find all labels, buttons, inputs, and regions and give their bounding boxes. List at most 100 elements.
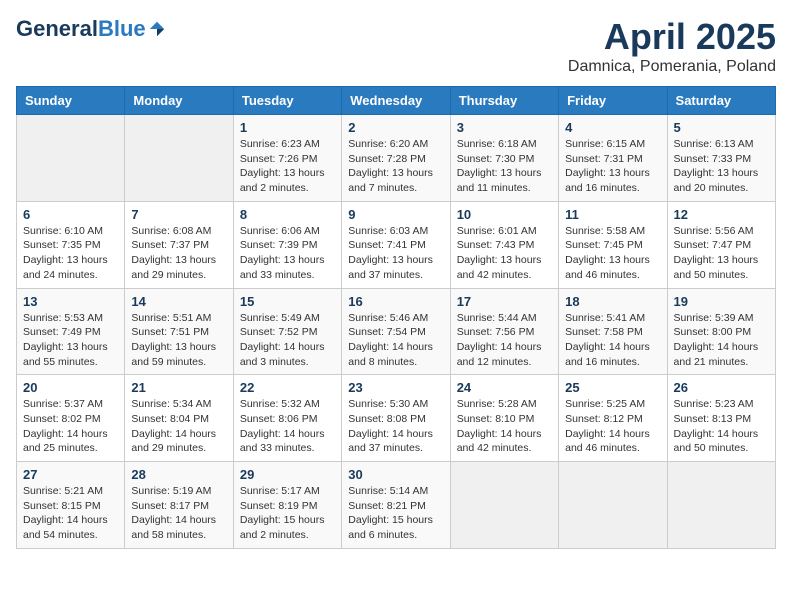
day-number: 3	[457, 120, 552, 135]
day-info: Sunrise: 6:06 AMSunset: 7:39 PMDaylight:…	[240, 224, 335, 283]
title-section: April 2025 Damnica, Pomerania, Poland	[568, 16, 776, 76]
calendar-cell: 22 Sunrise: 5:32 AMSunset: 8:06 PMDayligh…	[233, 375, 341, 462]
day-info: Sunrise: 5:28 AMSunset: 8:10 PMDaylight:…	[457, 397, 552, 456]
calendar-cell: 9 Sunrise: 6:03 AMSunset: 7:41 PMDaylight…	[342, 201, 450, 288]
weekday-header-friday: Friday	[559, 87, 667, 115]
calendar-cell: 5 Sunrise: 6:13 AMSunset: 7:33 PMDaylight…	[667, 115, 775, 202]
calendar-week-row: 1 Sunrise: 6:23 AMSunset: 7:26 PMDaylight…	[17, 115, 776, 202]
day-number: 10	[457, 207, 552, 222]
calendar-cell	[17, 115, 125, 202]
day-number: 23	[348, 380, 443, 395]
calendar-cell: 21Sunrise: 5:34 AMSunset: 8:04 PMDayligh…	[125, 375, 233, 462]
weekday-header-monday: Monday	[125, 87, 233, 115]
day-number: 24	[457, 380, 552, 395]
calendar-cell: 15 Sunrise: 5:49 AMSunset: 7:52 PMDayligh…	[233, 288, 341, 375]
day-info: Sunrise: 5:39 AMSunset: 8:00 PMDaylight:…	[674, 311, 769, 370]
day-number: 25	[565, 380, 660, 395]
day-number: 28	[131, 467, 226, 482]
calendar-week-row: 20Sunrise: 5:37 AMSunset: 8:02 PMDayligh…	[17, 375, 776, 462]
calendar-cell: 29Sunrise: 5:17 AMSunset: 8:19 PMDayligh…	[233, 462, 341, 549]
day-number: 2	[348, 120, 443, 135]
page-header: GeneralBlue April 2025 Damnica, Pomerani…	[16, 16, 776, 76]
calendar-cell: 26 Sunrise: 5:23 AMSunset: 8:13 PMDayligh…	[667, 375, 775, 462]
calendar-cell: 27 Sunrise: 5:21 AMSunset: 8:15 PMDayligh…	[17, 462, 125, 549]
day-number: 14	[131, 294, 226, 309]
day-info: Sunrise: 6:23 AMSunset: 7:26 PMDaylight:…	[240, 137, 335, 196]
day-info: Sunrise: 5:23 AMSunset: 8:13 PMDaylight:…	[674, 397, 769, 456]
day-info: Sunrise: 6:13 AMSunset: 7:33 PMDaylight:…	[674, 137, 769, 196]
day-number: 9	[348, 207, 443, 222]
day-info: Sunrise: 6:01 AMSunset: 7:43 PMDaylight:…	[457, 224, 552, 283]
calendar-cell: 6Sunrise: 6:10 AMSunset: 7:35 PMDaylight…	[17, 201, 125, 288]
calendar-cell: 2 Sunrise: 6:20 AMSunset: 7:28 PMDaylight…	[342, 115, 450, 202]
calendar-cell: 14 Sunrise: 5:51 AMSunset: 7:51 PMDayligh…	[125, 288, 233, 375]
calendar-cell: 4 Sunrise: 6:15 AMSunset: 7:31 PMDaylight…	[559, 115, 667, 202]
day-info: Sunrise: 5:25 AMSunset: 8:12 PMDaylight:…	[565, 397, 660, 456]
day-info: Sunrise: 5:51 AMSunset: 7:51 PMDaylight:…	[131, 311, 226, 370]
day-number: 18	[565, 294, 660, 309]
day-info: Sunrise: 5:21 AMSunset: 8:15 PMDaylight:…	[23, 484, 118, 543]
calendar-week-row: 13 Sunrise: 5:53 AMSunset: 7:49 PMDayligh…	[17, 288, 776, 375]
day-number: 4	[565, 120, 660, 135]
calendar-cell: 12Sunrise: 5:56 AMSunset: 7:47 PMDayligh…	[667, 201, 775, 288]
day-info: Sunrise: 5:41 AMSunset: 7:58 PMDaylight:…	[565, 311, 660, 370]
day-info: Sunrise: 5:14 AMSunset: 8:21 PMDaylight:…	[348, 484, 443, 543]
day-info: Sunrise: 5:37 AMSunset: 8:02 PMDaylight:…	[23, 397, 118, 456]
location: Damnica, Pomerania, Poland	[568, 58, 776, 76]
logo: GeneralBlue	[16, 16, 166, 42]
day-number: 11	[565, 207, 660, 222]
calendar-cell	[450, 462, 558, 549]
weekday-header-saturday: Saturday	[667, 87, 775, 115]
day-number: 13	[23, 294, 118, 309]
calendar-cell: 7Sunrise: 6:08 AMSunset: 7:37 PMDaylight…	[125, 201, 233, 288]
day-info: Sunrise: 6:20 AMSunset: 7:28 PMDaylight:…	[348, 137, 443, 196]
day-number: 26	[674, 380, 769, 395]
calendar-cell: 23Sunrise: 5:30 AMSunset: 8:08 PMDayligh…	[342, 375, 450, 462]
calendar-cell: 24 Sunrise: 5:28 AMSunset: 8:10 PMDayligh…	[450, 375, 558, 462]
day-number: 21	[131, 380, 226, 395]
calendar-header-row: SundayMondayTuesdayWednesdayThursdayFrid…	[17, 87, 776, 115]
day-number: 15	[240, 294, 335, 309]
day-number: 1	[240, 120, 335, 135]
day-number: 16	[348, 294, 443, 309]
day-info: Sunrise: 5:49 AMSunset: 7:52 PMDaylight:…	[240, 311, 335, 370]
day-info: Sunrise: 6:15 AMSunset: 7:31 PMDaylight:…	[565, 137, 660, 196]
calendar-week-row: 6Sunrise: 6:10 AMSunset: 7:35 PMDaylight…	[17, 201, 776, 288]
calendar-cell: 20Sunrise: 5:37 AMSunset: 8:02 PMDayligh…	[17, 375, 125, 462]
day-number: 29	[240, 467, 335, 482]
day-number: 8	[240, 207, 335, 222]
weekday-header-thursday: Thursday	[450, 87, 558, 115]
calendar-cell: 16 Sunrise: 5:46 AMSunset: 7:54 PMDayligh…	[342, 288, 450, 375]
calendar-table: SundayMondayTuesdayWednesdayThursdayFrid…	[16, 86, 776, 549]
day-number: 12	[674, 207, 769, 222]
calendar-cell	[559, 462, 667, 549]
day-info: Sunrise: 5:32 AMSunset: 8:06 PMDaylight:…	[240, 397, 335, 456]
calendar-cell: 28 Sunrise: 5:19 AMSunset: 8:17 PMDayligh…	[125, 462, 233, 549]
calendar-cell: 10 Sunrise: 6:01 AMSunset: 7:43 PMDayligh…	[450, 201, 558, 288]
day-info: Sunrise: 5:53 AMSunset: 7:49 PMDaylight:…	[23, 311, 118, 370]
calendar-cell	[667, 462, 775, 549]
weekday-header-wednesday: Wednesday	[342, 87, 450, 115]
day-number: 30	[348, 467, 443, 482]
day-number: 7	[131, 207, 226, 222]
calendar-cell: 30 Sunrise: 5:14 AMSunset: 8:21 PMDayligh…	[342, 462, 450, 549]
calendar-week-row: 27 Sunrise: 5:21 AMSunset: 8:15 PMDayligh…	[17, 462, 776, 549]
calendar-cell: 18 Sunrise: 5:41 AMSunset: 7:58 PMDayligh…	[559, 288, 667, 375]
day-number: 22	[240, 380, 335, 395]
day-info: Sunrise: 5:58 AMSunset: 7:45 PMDaylight:…	[565, 224, 660, 283]
day-number: 19	[674, 294, 769, 309]
day-number: 5	[674, 120, 769, 135]
month-title: April 2025	[568, 16, 776, 58]
day-info: Sunrise: 5:46 AMSunset: 7:54 PMDaylight:…	[348, 311, 443, 370]
day-info: Sunrise: 5:19 AMSunset: 8:17 PMDaylight:…	[131, 484, 226, 543]
calendar-cell	[125, 115, 233, 202]
calendar-cell: 25 Sunrise: 5:25 AMSunset: 8:12 PMDayligh…	[559, 375, 667, 462]
calendar-cell: 17Sunrise: 5:44 AMSunset: 7:56 PMDayligh…	[450, 288, 558, 375]
logo-general: GeneralBlue	[16, 16, 146, 42]
calendar-cell: 1 Sunrise: 6:23 AMSunset: 7:26 PMDaylight…	[233, 115, 341, 202]
calendar-cell: 13 Sunrise: 5:53 AMSunset: 7:49 PMDayligh…	[17, 288, 125, 375]
day-number: 27	[23, 467, 118, 482]
calendar-cell: 3Sunrise: 6:18 AMSunset: 7:30 PMDaylight…	[450, 115, 558, 202]
weekday-header-tuesday: Tuesday	[233, 87, 341, 115]
day-info: Sunrise: 6:03 AMSunset: 7:41 PMDaylight:…	[348, 224, 443, 283]
